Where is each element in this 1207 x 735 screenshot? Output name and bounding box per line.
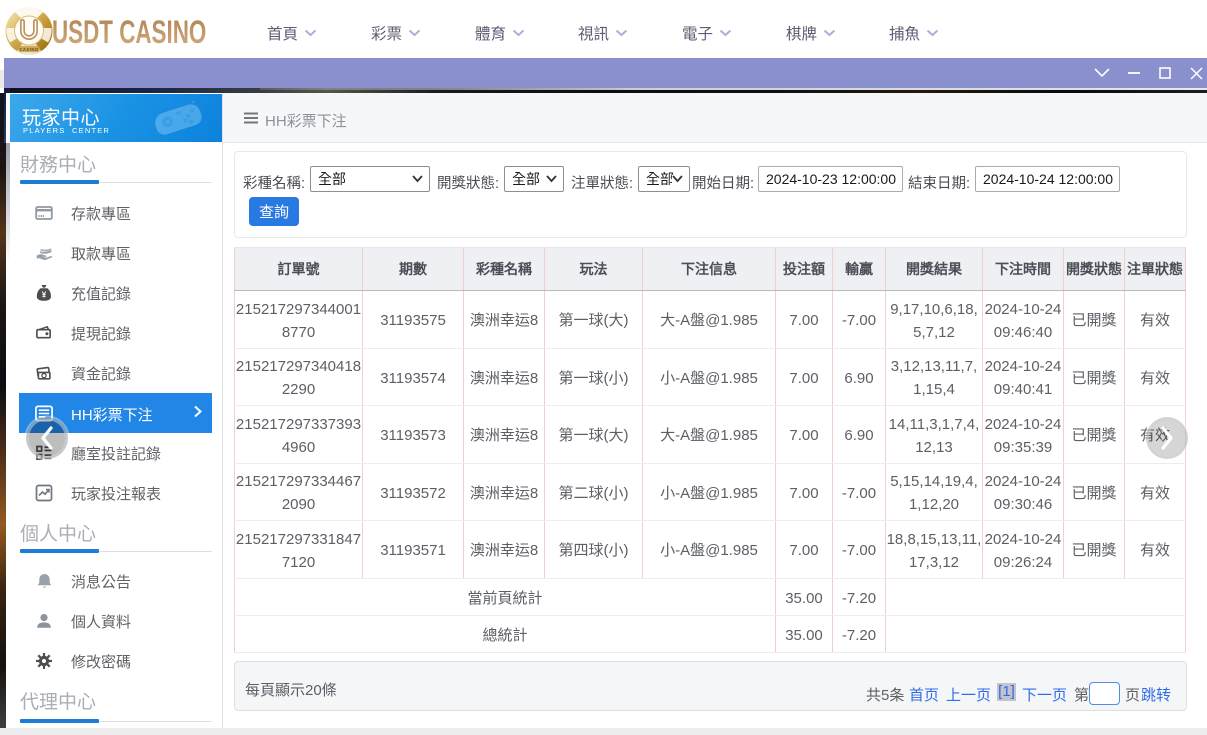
svg-text:¥: ¥: [42, 291, 47, 300]
svg-text:CASINO: CASINO: [19, 47, 39, 52]
